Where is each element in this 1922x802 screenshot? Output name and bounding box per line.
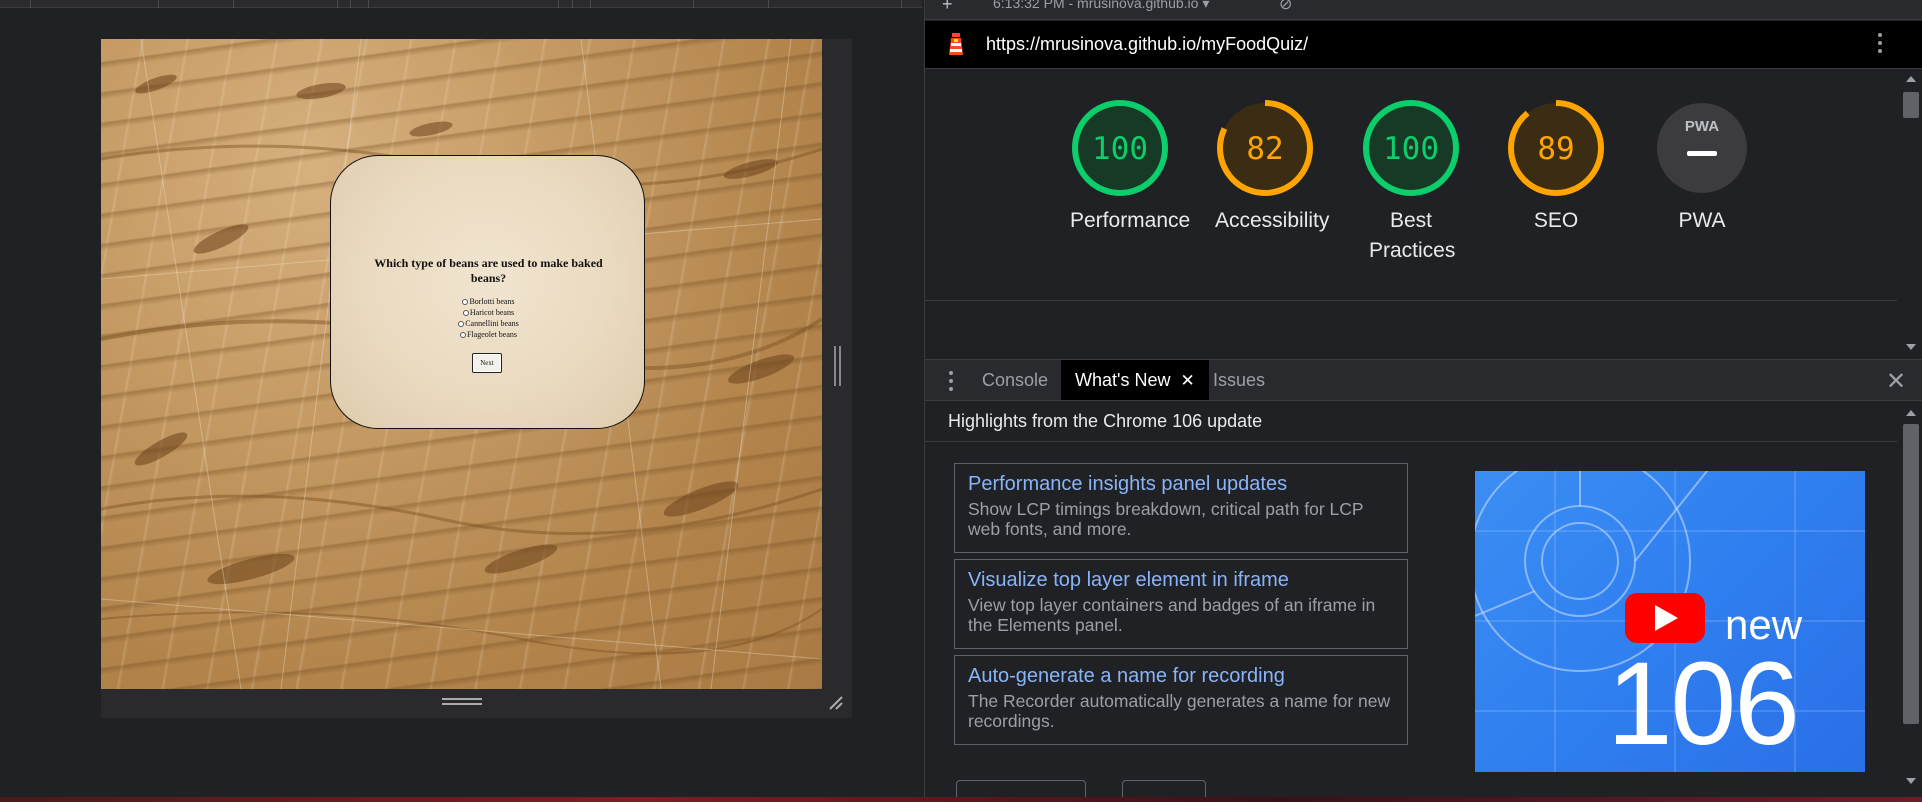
item-description: Show LCP timings breakdown, critical pat… [968,499,1364,539]
pwa-badge-icon: PWA [1685,118,1719,135]
option-label: Borlotti beans [469,297,515,306]
score-value: 82 [1246,131,1283,167]
quiz-question: Which type of beans are used to make bak… [374,256,603,285]
score-label: Best Practices [1369,209,1456,262]
tab-issues[interactable]: Issues [1199,360,1279,400]
scroll-down-arrow-icon[interactable] [1906,344,1916,350]
video-version-number: 106 [1607,638,1800,770]
scroll-down-arrow-icon[interactable] [1906,778,1916,784]
report-url[interactable]: https://mrusinova.github.io/myFoodQuiz/ [986,34,1308,55]
gauge-performance[interactable]: 100 Performance [1070,98,1191,236]
clear-reports-icon[interactable]: ⊘ [1279,0,1292,14]
score-gauge-ring: 89 [1508,100,1604,196]
score-gauge-ring: 100 [1363,100,1459,196]
screen: Which type of beans are used to make bak… [0,0,1922,802]
taskbar-edge [0,797,1922,802]
report-url-bar: https://mrusinova.github.io/myFoodQuiz/ [925,21,1922,69]
quiz-option[interactable]: Flageolet beans [331,329,646,340]
gauge-pwa[interactable]: PWA PWA [1652,98,1752,236]
score-gauge-ring: PWA [1657,103,1747,193]
radio-button[interactable] [458,320,465,327]
tab-whats-new-label: What's New [1075,370,1171,390]
more-vert-icon[interactable] [1877,31,1883,55]
radio-button[interactable] [462,309,469,316]
quiz-options: Borlotti beans Haricot beans Cannellini … [331,296,646,340]
gauge-accessibility[interactable]: 82 Accessibility [1215,98,1330,236]
score-gauge-ring: 82 [1217,100,1313,196]
report-selector[interactable]: 6:13:32 PM - mrusinova.github.io ▾ [993,0,1209,12]
report-label: 6:13:32 PM - mrusinova.github.io [993,0,1199,11]
whats-new-item[interactable]: Performance insights panel updates Show … [954,463,1408,553]
quiz-card: Which type of beans are used to make bak… [330,155,645,429]
tab-console[interactable]: Console [968,360,1062,400]
close-tab-icon[interactable]: ✕ [1180,371,1194,390]
quiz-option[interactable]: Haricot beans [331,307,646,318]
item-description: View top layer containers and badges of … [968,595,1376,635]
device-toolbar [0,0,922,8]
gauge-background [1657,103,1747,193]
drawer-tabbar: Console What's New ✕ Issues ✕ [925,359,1922,401]
video-thumbnail[interactable]: new 106 [1475,471,1865,772]
whats-new-item[interactable]: Visualize top layer element in iframe Vi… [954,559,1408,649]
lighthouse-icon [949,33,963,55]
next-button[interactable]: Next [472,353,502,373]
whats-new-panel: Highlights from the Chrome 106 update Pe… [925,402,1897,802]
option-label: Flageolet beans [467,330,517,339]
score-label: Accessibility [1215,209,1330,232]
dropdown-icon: ▾ [1202,0,1210,11]
item-title-link[interactable]: Auto-generate a name for recording [968,664,1394,688]
score-label: PWA [1678,209,1726,232]
lighthouse-report-bar: + 6:13:32 PM - mrusinova.github.io ▾ ⊘ [925,0,1922,20]
quiz-option[interactable]: Cannellini beans [331,318,646,329]
whats-new-item[interactable]: Auto-generate a name for recording The R… [954,655,1408,745]
close-drawer-icon[interactable]: ✕ [1886,367,1906,396]
scrollbar-thumb[interactable] [1903,92,1919,118]
score-label: Performance [1070,209,1191,232]
radio-button[interactable] [462,298,469,305]
option-label: Haricot beans [469,308,515,317]
scrollbar-thumb[interactable] [1903,424,1919,724]
resize-grip-icon [829,696,843,710]
pwa-dash-icon [1687,151,1717,156]
gauge-best-practices[interactable]: 100 Best Practices [1361,98,1461,266]
option-label: Cannellini beans [465,319,519,328]
scroll-up-arrow-icon[interactable] [1906,76,1916,82]
whats-new-scrollbar[interactable] [1897,402,1922,802]
radio-button[interactable] [460,331,466,338]
item-title-link[interactable]: Visualize top layer element in iframe [968,568,1394,592]
page-viewport: Which type of beans are used to make bak… [101,39,822,689]
gauge-seo[interactable]: 89 SEO [1506,98,1606,236]
score-value: 100 [1383,131,1439,167]
score-value: 100 [1092,131,1148,167]
score-label: SEO [1533,209,1579,232]
report-scrollbar[interactable] [1897,70,1922,358]
height-resize-handle[interactable] [442,698,482,706]
devtools-panel: + 6:13:32 PM - mrusinova.github.io ▾ ⊘ h… [924,0,1922,802]
whats-new-header: Highlights from the Chrome 106 update [925,402,1897,442]
quiz-option[interactable]: Borlotti beans [331,296,646,307]
lighthouse-scores: 100 Performance 82 Accessibility 100 Best P… [925,70,1897,300]
device-frame: Which type of beans are used to make bak… [101,39,852,718]
score-gauge-ring: 100 [1072,100,1168,196]
item-description: The Recorder automatically generates a n… [968,691,1391,731]
new-report-icon[interactable]: + [942,0,953,15]
score-value: 89 [1537,131,1574,167]
width-resize-handle[interactable] [834,346,842,386]
report-body [925,300,1897,358]
corner-resize-grip[interactable] [827,694,845,712]
tab-whats-new[interactable]: What's New ✕ [1061,360,1209,400]
item-title-link[interactable]: Performance insights panel updates [968,472,1394,496]
device-emulation-pane: Which type of beans are used to make bak… [0,0,922,802]
drawer-menu-icon[interactable] [949,371,953,391]
scroll-up-arrow-icon[interactable] [1906,410,1916,416]
